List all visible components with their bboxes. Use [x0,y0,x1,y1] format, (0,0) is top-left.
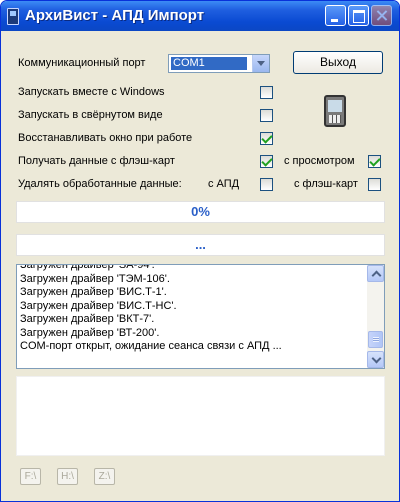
option-label-restore: Восстанавливать окно при работе [18,132,193,144]
exit-button[interactable]: Выход [293,51,383,74]
app-icon [7,8,19,25]
progress-status: ... [16,234,385,256]
minimize-button[interactable] [325,5,346,26]
flash-data-checkbox[interactable] [260,155,273,168]
drive-button-h[interactable]: H:\ [57,468,78,485]
delete-apd-label: с АПД [208,178,240,190]
log-lines: Загружен драйвер 'SA-94'. Загружен драйве… [20,264,360,354]
window-title: АрхиВист - АПД Импорт [25,7,205,24]
option-label-delete: Удалять обработанные данные: [18,178,182,190]
log-line: Загружен драйвер 'SA-94'. [20,264,155,271]
port-select[interactable]: COM1 [168,54,270,73]
chevron-down-icon[interactable] [252,55,269,72]
with-view-label: с просмотром [284,155,355,167]
option-label-flash: Получать данные с флэш-карт [18,155,175,167]
log-line: Загружен драйвер 'ВИС.Т-НС'. [20,299,177,312]
option-label-autostart: Запускать вместе с Windows [18,86,165,98]
app-window: АрхиВист - АПД Импорт Коммуникационный п… [0,0,400,502]
scroll-thumb[interactable] [368,331,383,348]
log-line: COM-порт открыт, ожидание сеанса связи с… [20,340,282,352]
delete-flash-label: с флэш-карт [294,178,358,190]
port-label: Коммуникационный порт [18,57,146,69]
drive-button-z[interactable]: Z:\ [94,468,115,485]
scroll-up-icon[interactable] [367,265,384,282]
progress-percent: 0% [16,201,385,223]
log-line: Загружен драйвер 'ВИС.Т-1'. [20,286,167,298]
restore-window-checkbox[interactable] [260,132,273,145]
close-button[interactable] [371,5,392,26]
maximize-button[interactable] [348,5,369,26]
option-label-minimized: Запускать в свёрнутом виде [18,109,163,121]
delete-flash-checkbox[interactable] [368,178,381,191]
scroll-down-icon[interactable] [367,351,384,368]
autostart-checkbox[interactable] [260,86,273,99]
log-list[interactable]: Загружен драйвер 'SA-94'. Загружен драйве… [16,264,385,369]
log-line: Загружен драйвер 'ТЭМ-106'. [20,272,170,285]
log-line: Загружен драйвер 'ВКТ-7'. [20,313,155,325]
log-line: Загружен драйвер 'ВТ-200'. [20,326,160,339]
port-select-value: COM1 [171,57,247,70]
title-bar[interactable]: АрхиВист - АПД Импорт [1,1,399,31]
drive-button-f[interactable]: F:\ [20,468,41,485]
with-view-checkbox[interactable] [368,155,381,168]
start-minimized-checkbox[interactable] [260,109,273,122]
details-pane [16,376,385,456]
delete-apd-checkbox[interactable] [260,178,273,191]
log-scrollbar[interactable] [367,265,384,368]
pda-device-icon [324,95,346,127]
